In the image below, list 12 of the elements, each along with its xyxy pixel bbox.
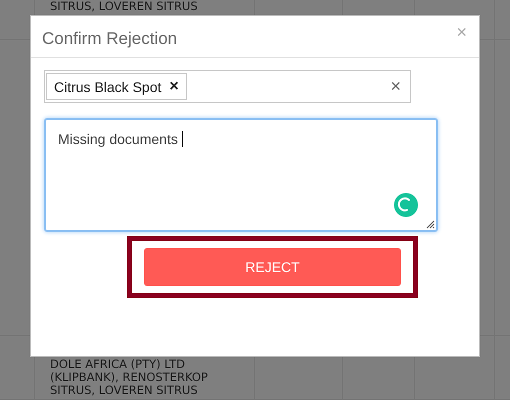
- table-cell-text: DOLE AFRICA (PTY) LTD: [50, 358, 186, 371]
- table-cell-text: (KLIPBANK), RENOSTERKOP: [50, 371, 209, 384]
- reason-select[interactable]: Citrus Black Spot × ×: [44, 70, 411, 103]
- comment-field[interactable]: Missing documents: [44, 118, 438, 232]
- clear-button[interactable]: ×: [390, 76, 401, 97]
- tag-label: Citrus Black Spot: [54, 78, 162, 94]
- table-cell-text: SITRUS, LOVEREN SITRUS: [50, 384, 199, 397]
- grammar-check-icon[interactable]: [394, 193, 418, 217]
- table-cell-text: SITRUS, LOVEREN SITRUS: [50, 0, 199, 13]
- dialog-title: Confirm Rejection: [42, 28, 178, 48]
- remove-tag-button[interactable]: ×: [169, 78, 179, 96]
- resize-handle-icon[interactable]: [426, 220, 435, 229]
